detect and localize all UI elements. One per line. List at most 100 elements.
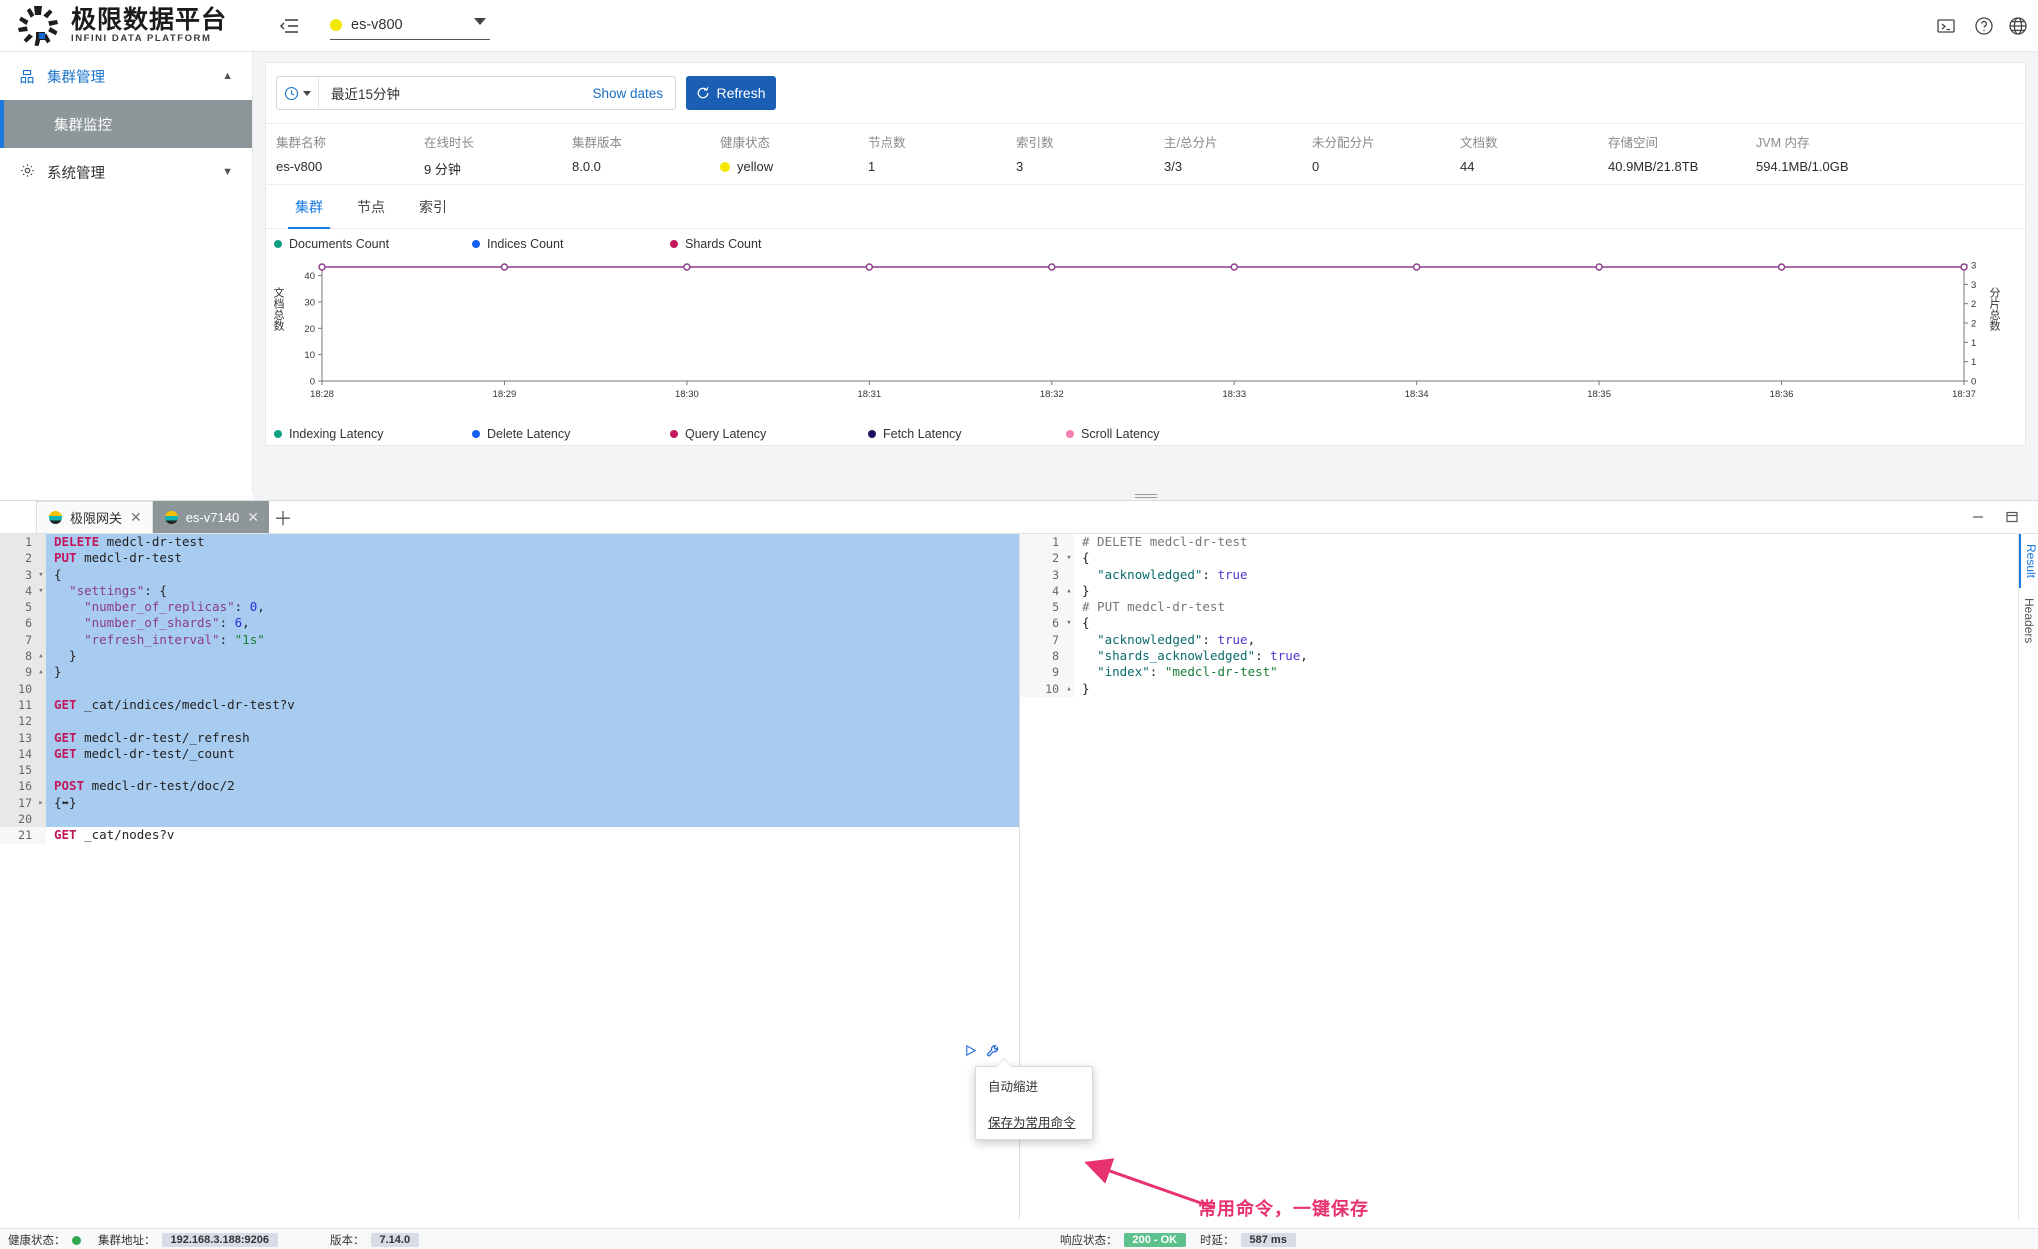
code-line[interactable]: 21 GET _cat/nodes?v	[0, 827, 1019, 844]
tab-节点[interactable]: 节点	[340, 185, 402, 229]
legend-item-Delete Latency[interactable]: Delete Latency	[472, 423, 670, 445]
code-line[interactable]: 6 "number_of_shards": 6,	[0, 615, 1019, 632]
legend-item-Indexing Latency[interactable]: Indexing Latency	[274, 423, 472, 445]
fold-toggle-icon[interactable]	[1064, 664, 1074, 681]
legend-item-Query Latency[interactable]: Query Latency	[670, 423, 868, 445]
code-line[interactable]: 2 PUT medcl-dr-test	[0, 550, 1019, 567]
request-editor[interactable]: 1 DELETE medcl-dr-test 2 PUT medcl-dr-test 3…	[0, 534, 1020, 1219]
clock-icon[interactable]	[277, 77, 319, 109]
close-icon[interactable]: ✕	[247, 509, 259, 526]
code-line[interactable]: 17 ▸ {⬌}	[0, 794, 1019, 812]
close-icon[interactable]: ✕	[130, 509, 142, 526]
code-line[interactable]: 4 ▾ "settings": {	[0, 582, 1019, 600]
cluster-selector[interactable]: es-v800	[330, 10, 490, 40]
fold-toggle-icon[interactable]	[36, 811, 46, 828]
fold-toggle-icon[interactable]	[36, 827, 46, 844]
splitter-grip-icon[interactable]	[1134, 494, 1157, 498]
fold-toggle-icon[interactable]	[36, 680, 46, 697]
code-line[interactable]: 6 ▾ {	[1020, 615, 2018, 632]
fold-toggle-icon[interactable]: ▾	[1064, 550, 1074, 567]
legend-item-Fetch Latency[interactable]: Fetch Latency	[868, 423, 1066, 445]
code-line[interactable]: 15	[0, 762, 1019, 779]
editor-context-menu[interactable]: 自动缩进 保存为常用命令	[975, 1066, 1093, 1140]
tab-集群[interactable]: 集群	[278, 185, 340, 229]
collapse-menu-icon[interactable]	[277, 14, 301, 38]
tab-headers[interactable]: Headers	[2019, 588, 2038, 653]
menu-item-auto-indent[interactable]: 自动缩进	[976, 1067, 1092, 1103]
fold-toggle-icon[interactable]: ▾	[1064, 615, 1074, 632]
fold-toggle-icon[interactable]	[1064, 631, 1074, 649]
chevron-down-icon[interactable]	[303, 90, 311, 96]
fold-toggle-icon[interactable]	[1064, 599, 1074, 616]
code-line[interactable]: 1 # DELETE medcl-dr-test	[1020, 534, 2018, 551]
code-line[interactable]: 1 DELETE medcl-dr-test	[0, 534, 1019, 551]
code-line[interactable]: 5 "number_of_replicas": 0,	[0, 599, 1019, 616]
fold-toggle-icon[interactable]: ▴	[36, 648, 46, 665]
legend-item-Scroll Latency[interactable]: Scroll Latency	[1066, 423, 1264, 445]
refresh-button[interactable]: Refresh	[686, 76, 776, 110]
chevron-down-icon[interactable]: ▼	[222, 166, 233, 178]
code-line[interactable]: 14 GET medcl-dr-test/_count	[0, 745, 1019, 763]
fold-toggle-icon[interactable]	[36, 778, 46, 795]
code-line[interactable]: 5 # PUT medcl-dr-test	[1020, 599, 2018, 616]
code-line[interactable]: 7 "acknowledged": true,	[1020, 631, 2018, 649]
tab-索引[interactable]: 索引	[402, 185, 464, 229]
tab-result[interactable]: Result	[2019, 534, 2038, 589]
brand-logo[interactable]: 极限数据平台 INFINI DATA PLATFORM	[0, 0, 253, 52]
restore-icon[interactable]	[2002, 507, 2022, 527]
code-line[interactable]: 9 ▴}	[0, 664, 1019, 681]
fold-toggle-icon[interactable]	[36, 696, 46, 714]
fold-toggle-icon[interactable]	[36, 745, 46, 763]
code-line[interactable]: 2 ▾ {	[1020, 550, 2018, 567]
fold-toggle-icon[interactable]	[36, 729, 46, 746]
fold-toggle-icon[interactable]	[1064, 648, 1074, 665]
code-line[interactable]: 8 ▴ }	[0, 648, 1019, 665]
plus-icon[interactable]: ＋	[269, 501, 297, 533]
code-line[interactable]: 9 "index": "medcl-dr-test"	[1020, 664, 2018, 681]
code-line[interactable]: 10 ▴}	[1020, 680, 2018, 697]
code-line[interactable]: 3 ▾ {	[0, 566, 1019, 583]
fold-toggle-icon[interactable]: ▸	[36, 794, 46, 812]
fold-toggle-icon[interactable]	[1064, 566, 1074, 583]
help-circle-icon[interactable]	[1974, 16, 1994, 36]
sidebar-group-system[interactable]: 系统管理 ▼	[0, 148, 252, 196]
console-tab-es-v7140[interactable]: es-v7140 ✕	[152, 501, 269, 533]
fold-toggle-icon[interactable]: ▴	[1064, 582, 1074, 600]
legend-item-Shards Count[interactable]: Shards Count	[670, 233, 868, 255]
fold-toggle-icon[interactable]: ▴	[1064, 680, 1074, 697]
code-line[interactable]: 3 "acknowledged": true	[1020, 566, 2018, 583]
menu-item-save-as-favorite[interactable]: 保存为常用命令	[976, 1103, 1092, 1139]
code-line[interactable]: 4 ▴}	[1020, 582, 2018, 600]
fold-toggle-icon[interactable]	[36, 534, 46, 551]
fold-toggle-icon[interactable]	[36, 599, 46, 616]
legend-item-Documents Count[interactable]: Documents Count	[274, 233, 472, 255]
terminal-icon[interactable]	[1936, 16, 1956, 36]
sidebar-group-cluster[interactable]: 品 集群管理 ▲	[0, 52, 252, 100]
code-line[interactable]: 11 GET _cat/indices/medcl-dr-test?v	[0, 696, 1019, 714]
fold-toggle-icon[interactable]	[1064, 534, 1074, 551]
fold-toggle-icon[interactable]: ▾	[36, 566, 46, 583]
fold-toggle-icon[interactable]	[36, 713, 46, 730]
code-line[interactable]: 16 POST medcl-dr-test/doc/2	[0, 778, 1019, 795]
code-line[interactable]: 20	[0, 811, 1019, 828]
fold-toggle-icon[interactable]: ▾	[36, 582, 46, 600]
minimize-icon[interactable]	[1968, 507, 1988, 527]
fold-toggle-icon[interactable]	[36, 550, 46, 567]
code-line[interactable]: 13 GET medcl-dr-test/_refresh	[0, 729, 1019, 746]
response-viewer[interactable]: 1 # DELETE medcl-dr-test 2 ▾{3 "acknowledge…	[1020, 534, 2018, 1219]
fold-toggle-icon[interactable]: ▴	[36, 664, 46, 681]
chevron-up-icon[interactable]: ▲	[222, 70, 233, 82]
panel-splitter[interactable]	[253, 492, 2038, 500]
code-line[interactable]: 8 "shards_acknowledged": true,	[1020, 648, 2018, 665]
code-line[interactable]: 7 "refresh_interval": "1s"	[0, 631, 1019, 649]
console-tab-gateway[interactable]: 极限网关 ✕	[36, 501, 153, 533]
run-play-icon[interactable]	[964, 1044, 977, 1063]
code-line[interactable]: 12	[0, 713, 1019, 730]
chevron-down-icon[interactable]	[474, 18, 486, 25]
legend-item-Indices Count[interactable]: Indices Count	[472, 233, 670, 255]
time-range-picker[interactable]: 最近15分钟 Show dates	[276, 76, 676, 110]
show-dates-link[interactable]: Show dates	[592, 86, 675, 101]
fold-toggle-icon[interactable]	[36, 615, 46, 632]
fold-toggle-icon[interactable]	[36, 631, 46, 649]
code-line[interactable]: 10	[0, 680, 1019, 697]
